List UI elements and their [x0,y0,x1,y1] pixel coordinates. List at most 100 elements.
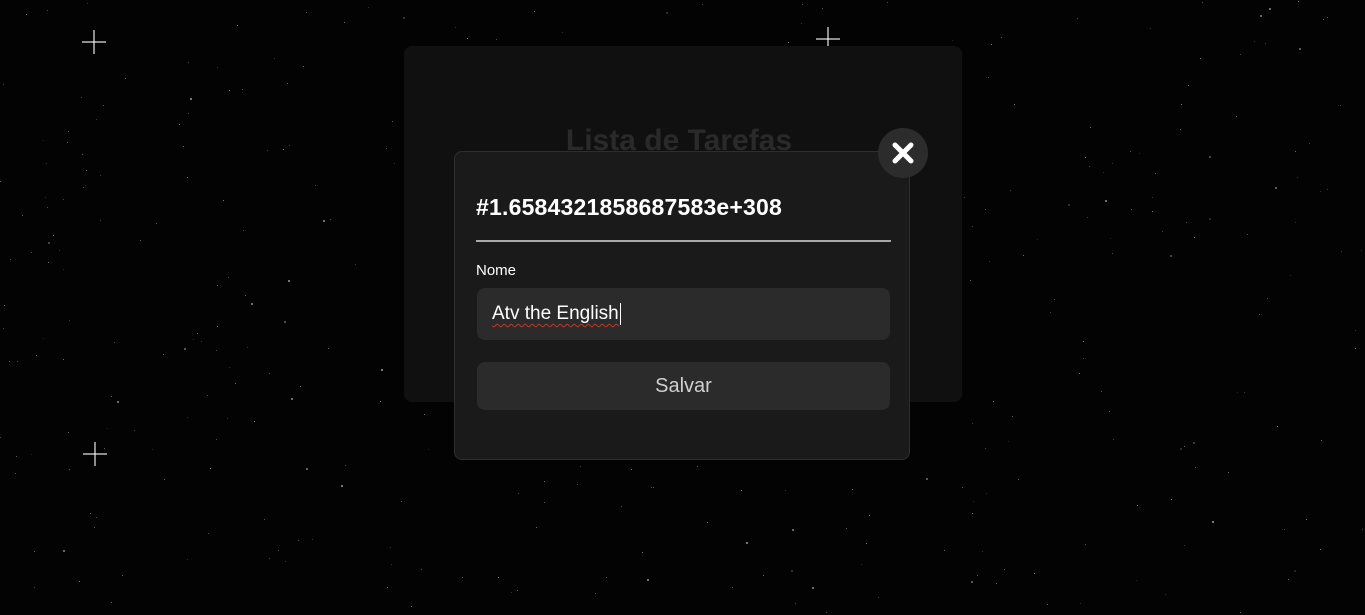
star-dot [462,577,463,578]
star-dot [3,328,4,329]
star-dot [1195,467,1196,468]
star-dot [288,280,290,282]
star-dot [243,230,244,231]
star-dot [826,612,827,613]
star-dot [1139,153,1140,154]
star-dot [1180,129,1181,130]
star-dot [217,326,218,327]
close-button[interactable] [878,128,928,178]
star-dot [878,597,879,598]
star-dot [391,564,392,565]
star-dot [763,575,764,576]
star-dot [183,146,184,147]
star-dot [254,421,255,422]
save-button[interactable]: Salvar [477,362,890,410]
star-dot [1361,250,1362,251]
star-dot [247,347,248,348]
star-dot [866,543,867,544]
star-dot [107,428,108,429]
sparkle-star-icon [82,30,106,54]
star-dot [223,200,224,201]
star-dot [1001,37,1002,38]
star-dot [562,32,563,33]
star-dot [1260,15,1262,17]
star-dot [341,485,343,487]
star-dot [964,197,965,198]
star-dot [216,350,217,351]
star-dot [387,587,388,588]
star-dot [368,7,369,8]
star-dot [190,98,192,100]
star-dot [100,175,101,176]
star-dot [1050,312,1051,313]
star-dot [802,4,803,5]
star-dot [812,587,814,589]
star-dot [1012,416,1013,417]
star-dot [428,449,429,450]
star-dot [1010,190,1011,191]
star-dot [96,119,97,120]
star-dot [702,4,703,5]
star-dot [1277,426,1278,427]
star-dot [996,583,997,584]
star-dot [43,140,44,141]
star-dot [606,577,607,578]
star-dot [1112,163,1113,164]
star-dot [988,77,989,78]
star-dot [380,401,381,402]
star-dot [323,220,325,222]
star-dot [1298,1,1299,2]
star-dot [1362,529,1363,530]
star-dot [993,401,994,402]
star-dot [846,528,847,529]
star-dot [1355,348,1356,349]
star-dot [869,515,870,516]
star-dot [1244,392,1245,393]
star-dot [4,305,5,306]
star-dot [1320,191,1321,192]
star-dot [1341,251,1342,252]
star-dot [1284,529,1285,530]
star-dot [164,479,165,480]
task-id-title: #1.6584321858687583e+308 [476,194,783,220]
star-dot [264,519,265,520]
star-dot [1306,519,1307,520]
star-dot [1275,187,1277,189]
star-dot [187,177,188,178]
star-dot [1054,299,1055,300]
star-dot [1237,392,1238,393]
star-dot [1355,330,1356,331]
star-dot [284,321,286,323]
star-dot [100,220,101,221]
star-dot [111,396,112,397]
name-input[interactable]: Atv the English [477,288,890,340]
title-divider [476,240,891,242]
star-dot [1023,255,1024,256]
star-dot [81,97,82,98]
star-dot [125,78,126,79]
star-dot [210,468,211,469]
star-dot [394,163,395,164]
star-dot [68,131,69,132]
sparkle-star-icon [83,442,107,466]
star-dot [216,439,217,440]
star-dot [1200,58,1201,59]
star-dot [344,22,345,23]
star-dot [1327,189,1328,190]
star-dot [792,529,794,531]
star-dot [1184,545,1185,546]
star-dot [971,581,973,583]
star-dot [1068,204,1070,206]
star-dot [403,17,405,19]
star-dot [111,602,112,603]
star-dot [227,418,228,419]
star-dot [291,398,293,400]
star-dot [79,581,80,582]
star-dot [10,259,11,260]
star-dot [63,359,64,360]
star-dot [653,487,654,488]
star-dot [187,559,188,560]
star-dot [544,502,545,503]
star-dot [1340,105,1341,106]
star-dot [285,561,286,562]
